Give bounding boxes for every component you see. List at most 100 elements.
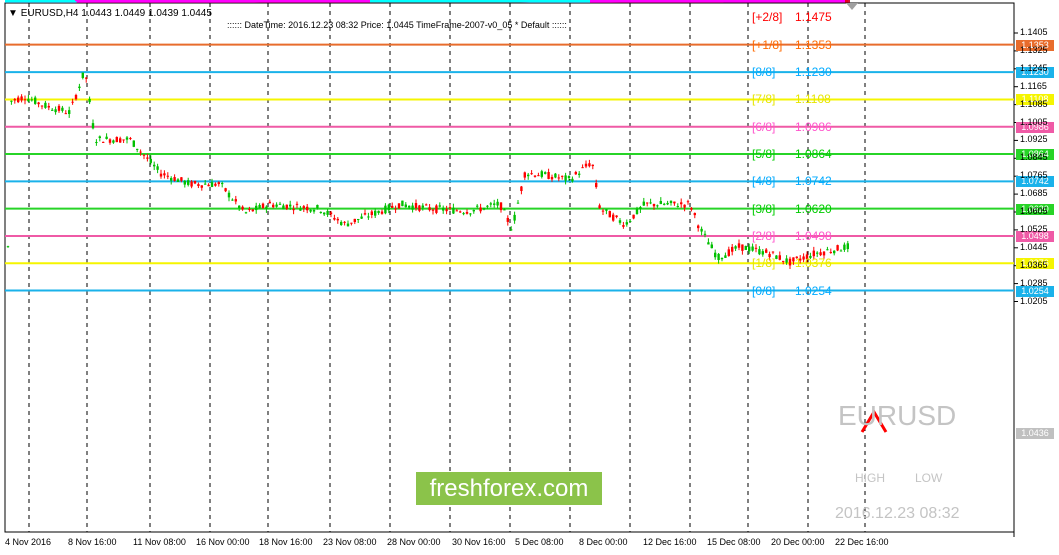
candle-body [10,100,13,102]
price-tick-label: 1.0445 [1020,241,1048,252]
candle-body [323,212,326,215]
murrey-level-name: [1/8] [752,256,776,271]
candle-body [268,201,271,204]
candle-body [343,221,346,223]
candle-body [666,202,669,205]
candle-body [224,188,227,192]
time-tick-label: 23 Nov 08:00 [323,537,377,547]
candle-body [775,255,778,259]
candle-body [197,184,200,186]
candle-body [163,173,166,176]
candle-body [846,243,849,250]
candle-body [843,244,846,250]
candle-body [533,175,537,177]
candle-body [187,180,190,185]
murrey-level-name: [8/8] [752,65,776,80]
candle-body [74,94,78,100]
candle-body [214,183,217,186]
candle-body [489,203,492,205]
candle-body [105,136,108,139]
candle-body [683,204,686,208]
candle-body [778,255,781,260]
candle-body [47,105,50,108]
candle-body [836,245,839,251]
murrey-level-label: [5/8] 1.0864 [752,147,832,162]
candle-body [44,102,47,108]
candle-body [486,205,489,207]
candle-body [17,97,20,103]
candle-body [547,172,550,179]
candle-body [822,251,826,256]
candle-body [622,225,625,227]
candle-body [244,212,248,214]
candle-body [425,204,428,206]
watermark-high-label: HIGH [855,471,885,485]
candle-body [326,210,329,215]
time-tick-label: 4 Nov 2016 [5,537,52,547]
candle-body [506,217,509,222]
candle-body [727,249,730,256]
dropdown-triangle-icon[interactable]: ▼ [8,8,18,19]
candle-body [122,139,125,141]
candle-body [785,258,788,263]
candle-body [598,205,601,209]
murrey-level-name: [+2/8] [752,10,783,25]
candle-body [306,206,309,211]
candle-body [754,247,758,249]
time-tick-label: 16 Nov 00:00 [196,537,250,547]
candle-body [700,228,703,232]
candle-body [530,173,533,175]
candle-body [336,218,339,221]
candle-body [632,214,635,219]
candle-body [479,207,482,212]
price-tick-label: 1.0605 [1020,206,1048,216]
candle-body [703,233,707,235]
candle-body [462,213,465,215]
chart-symbol-header: ▼ EURUSD,H4 1.0443 1.0449 1.0439 1.0445 [8,8,212,19]
candle-body [95,141,98,144]
watermark-low-label: LOW [915,471,943,485]
candle-body [292,208,295,211]
candle-body [30,99,33,101]
candle-body [693,212,696,216]
candle-body [27,98,30,102]
candle-body [550,176,554,180]
candle-body [438,205,441,207]
candle-body [788,258,792,266]
candle-body [567,176,571,178]
murrey-level-label: [2/8] 1.0498 [752,228,832,243]
candle-body [295,203,299,205]
candle-body [285,204,288,209]
candle-body [612,214,615,221]
candle-body [601,210,605,212]
candle-body [656,205,659,207]
current-price-box: 1.0436 [1016,428,1054,439]
candle-body [554,173,557,178]
indicator-info-line: :::::: DateTime: 2016.12.23 08:32 Price:… [227,20,567,30]
candle-body [309,209,312,212]
candle-body [173,177,176,181]
candle-body [591,164,594,167]
candle-body [139,151,142,153]
candle-body [394,208,397,210]
candle-body [584,163,588,167]
murrey-level-value: 1.0986 [795,119,832,134]
murrey-level-name: [6/8] [752,119,776,134]
symbol-ohlc-text: EURUSD,H4 1.0443 1.0449 1.0439 1.0445 [20,8,212,19]
watermark-datetime: 2016.12.23 08:32 [835,505,960,522]
candle-body [431,209,435,211]
candle-body [571,178,574,182]
candle-body [421,205,424,208]
candle-body [697,225,700,229]
candle-body [132,140,135,147]
price-tick-label: 1.0205 [1020,295,1048,306]
candle-body [690,207,693,210]
candle-body [40,105,44,107]
candle-body [445,209,448,212]
candle-body [275,204,278,207]
murrey-level-name: [3/8] [752,201,776,216]
murrey-level-name: [5/8] [752,147,776,162]
candle-body [367,216,370,218]
murrey-level-name: [2/8] [752,228,776,243]
candle-body [357,218,360,220]
